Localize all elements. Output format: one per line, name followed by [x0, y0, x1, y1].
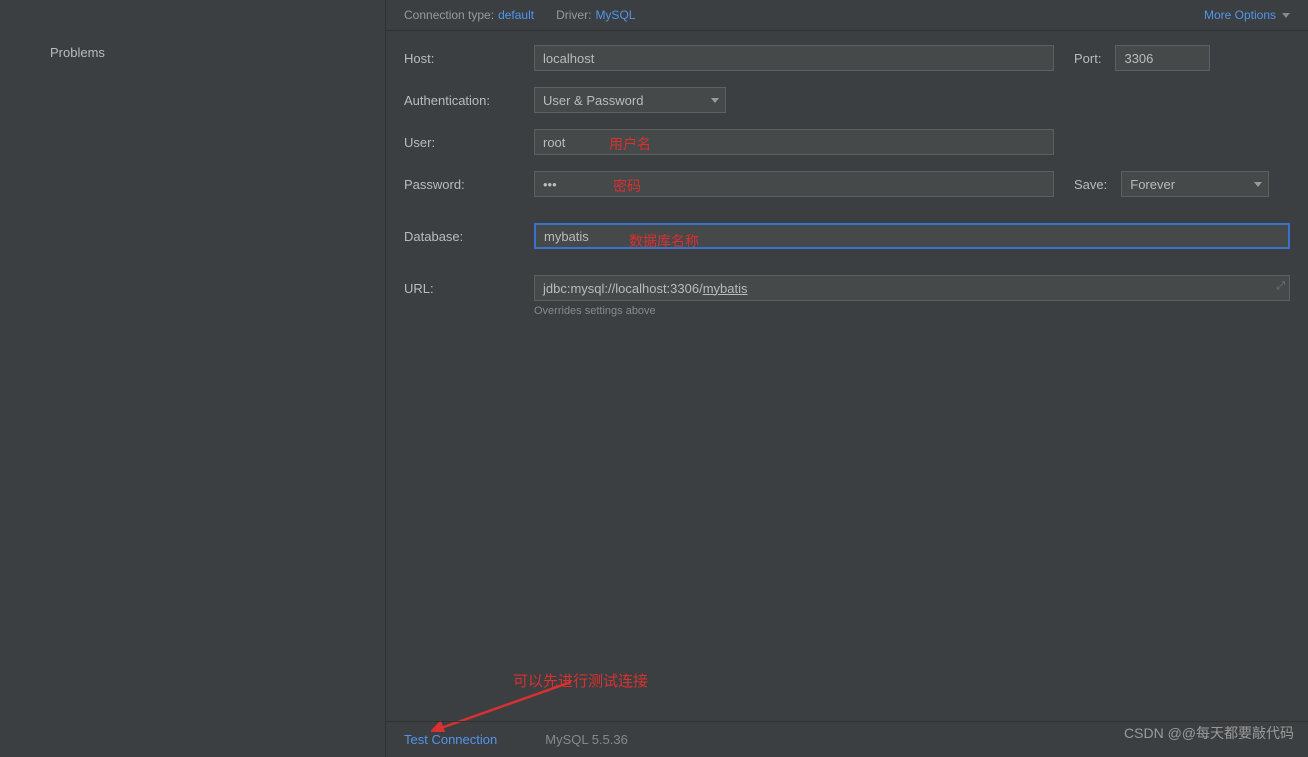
test-connection-link[interactable]: Test Connection [404, 732, 497, 747]
port-input[interactable] [1115, 45, 1210, 71]
user-input[interactable] [534, 129, 1054, 155]
url-suffix: mybatis [703, 281, 748, 296]
form-content: Host: Port: Authentication: User & Passw… [386, 31, 1308, 317]
top-bar: Connection type: default Driver: MySQL M… [386, 0, 1308, 31]
driver-version-text: MySQL 5.5.36 [545, 732, 628, 747]
driver-label: Driver: [556, 8, 591, 22]
sidebar: Problems [0, 0, 386, 757]
main-panel: Connection type: default Driver: MySQL M… [386, 0, 1308, 757]
authentication-label: Authentication: [404, 93, 534, 108]
authentication-select[interactable]: User & Password [534, 87, 726, 113]
more-options-text: More Options [1204, 8, 1276, 22]
url-label: URL: [404, 281, 534, 296]
url-hint: Overrides settings above [534, 305, 1290, 317]
save-value: Forever [1130, 177, 1175, 192]
watermark: CSDN @@每天都要敲代码 [1124, 723, 1294, 743]
annotation-test-connection: 可以先进行测试连接 [513, 670, 648, 691]
password-input[interactable] [534, 171, 1054, 197]
dropdown-icon [711, 98, 719, 103]
host-label: Host: [404, 51, 534, 66]
user-label: User: [404, 135, 534, 150]
dropdown-icon [1254, 182, 1262, 187]
more-options-link[interactable]: More Options [1204, 8, 1290, 22]
url-input[interactable]: jdbc:mysql://localhost:3306/mybatis ⤢ [534, 275, 1290, 301]
password-label: Password: [404, 177, 534, 192]
sidebar-item-problems[interactable]: Problems [0, 45, 385, 60]
expand-icon[interactable]: ⤢ [1276, 280, 1285, 293]
port-label: Port: [1074, 51, 1101, 66]
database-label: Database: [404, 229, 534, 244]
save-select[interactable]: Forever [1121, 171, 1269, 197]
driver-link[interactable]: MySQL [595, 8, 635, 22]
database-input[interactable] [534, 223, 1290, 249]
connection-type-label: Connection type: [404, 8, 494, 22]
chevron-down-icon [1282, 13, 1290, 18]
connection-type-link[interactable]: default [498, 8, 534, 22]
url-prefix: jdbc:mysql://localhost:3306/ [543, 281, 703, 296]
save-label: Save: [1074, 177, 1107, 192]
authentication-value: User & Password [543, 93, 643, 108]
host-input[interactable] [534, 45, 1054, 71]
